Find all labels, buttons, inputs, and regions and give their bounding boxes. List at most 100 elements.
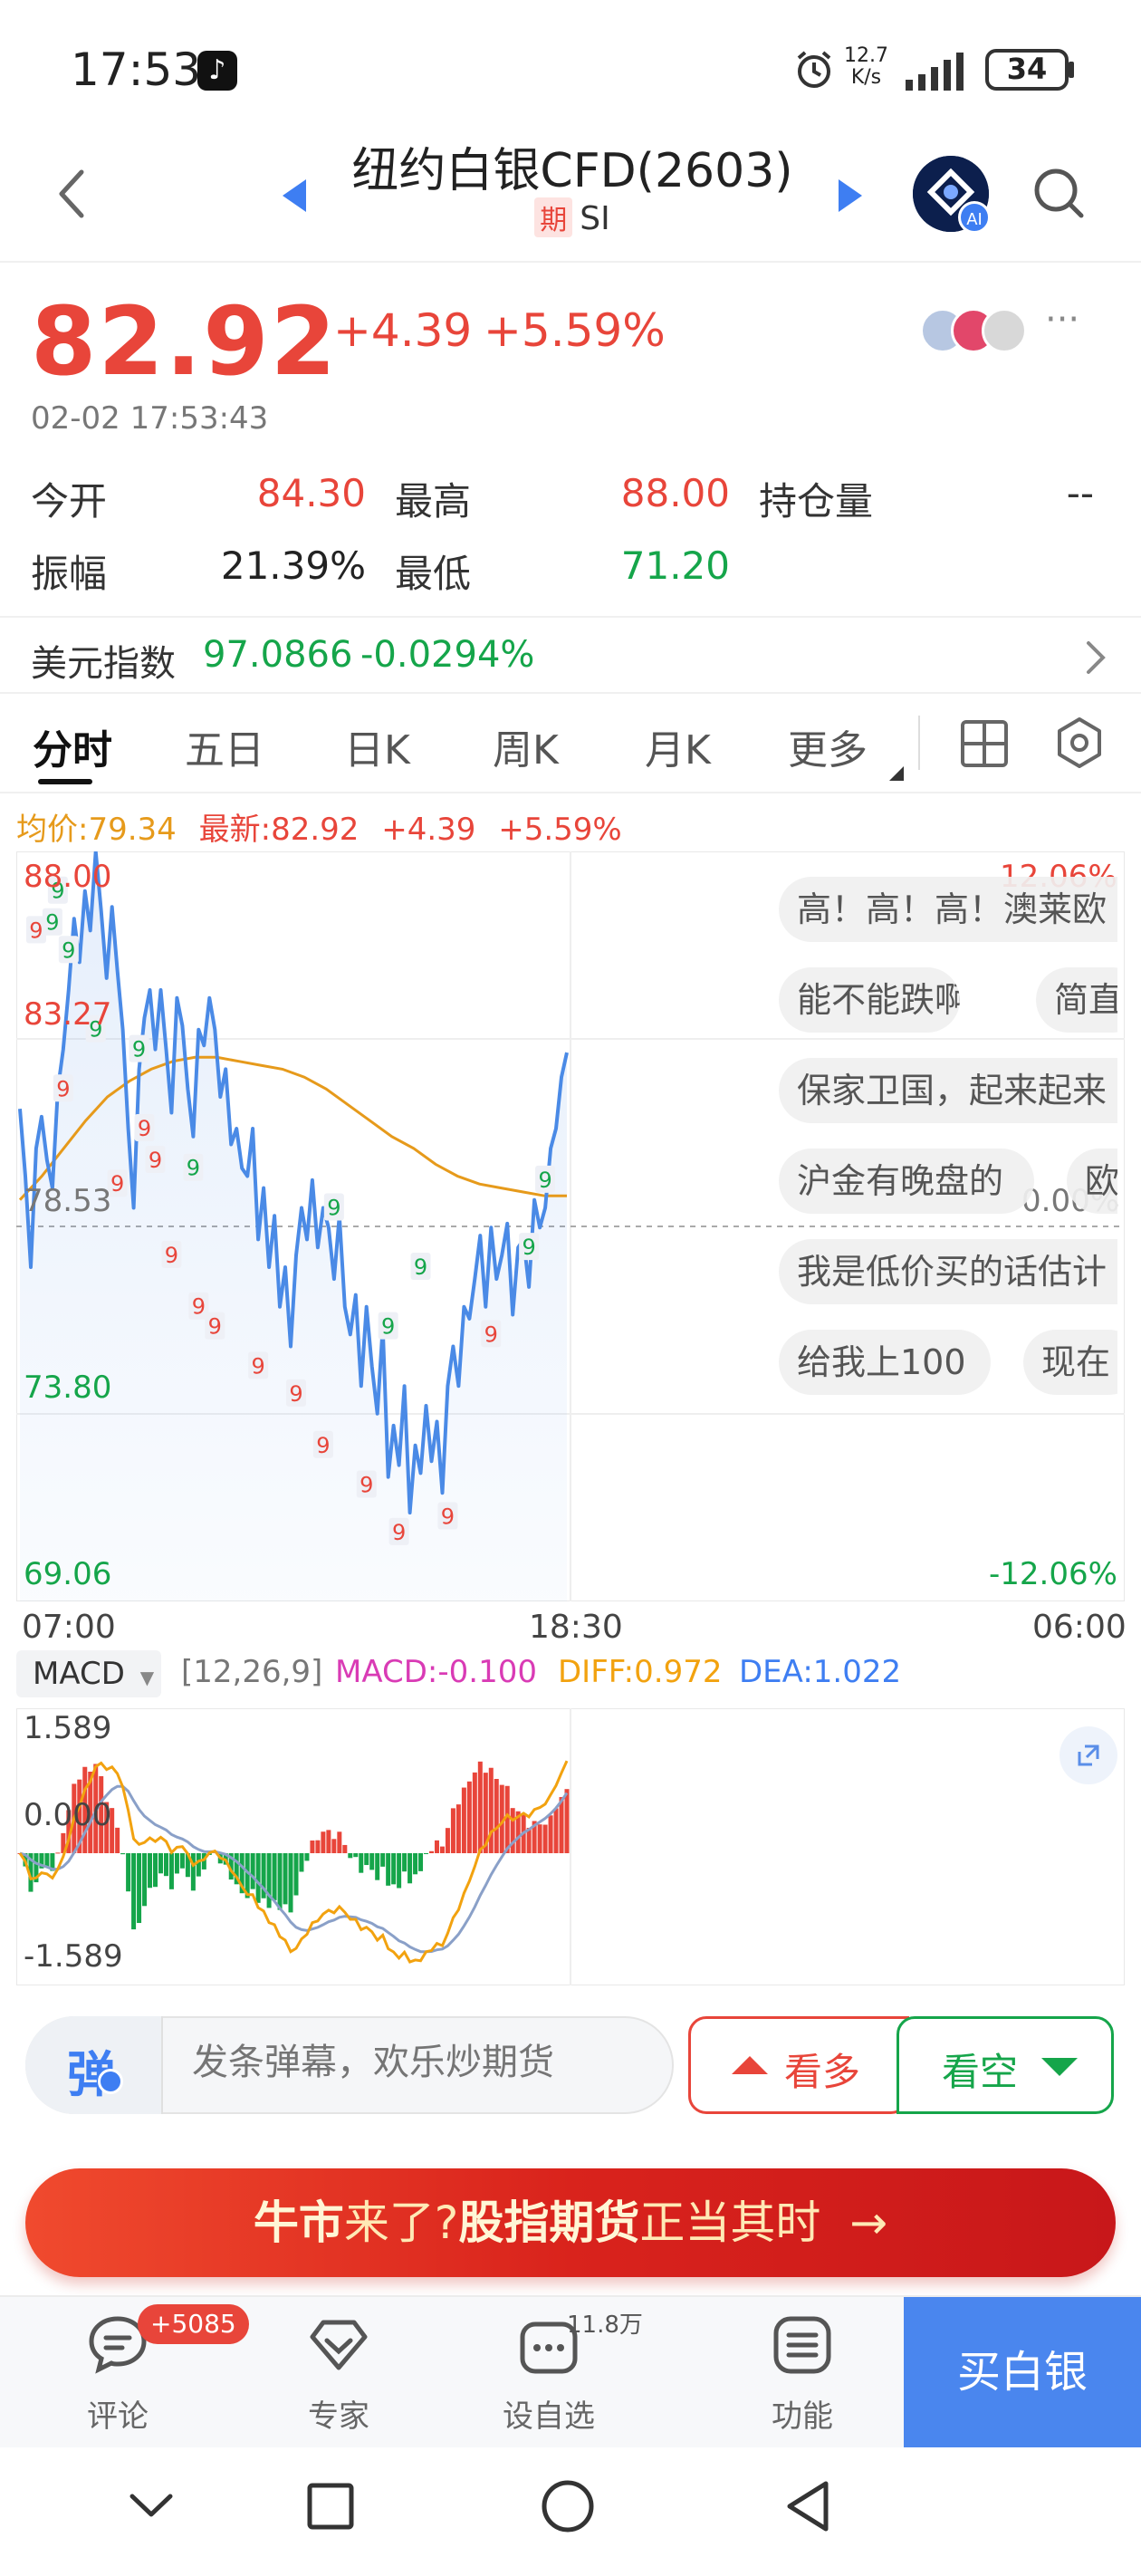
- open-value: 84.30: [256, 471, 366, 515]
- tab-monthly-k[interactable]: 月K: [645, 717, 711, 775]
- svg-text:9: 9: [192, 1294, 206, 1320]
- nav-expert-label: 专家: [308, 2398, 369, 2435]
- back-icon[interactable]: [53, 167, 92, 221]
- tab-five-day[interactable]: 五日: [185, 717, 264, 775]
- nine-signal-red: 9: [481, 1320, 502, 1348]
- danmaku-bubble: 简直: [1036, 967, 1117, 1033]
- nine-signal-red: 9: [161, 1240, 182, 1268]
- macd-bar: [266, 1853, 272, 1908]
- tab-weekly-k[interactable]: 周K: [493, 717, 559, 775]
- more-options-button[interactable]: ···: [1045, 299, 1079, 341]
- nine-signal-green: 9: [535, 1165, 556, 1193]
- home-icon[interactable]: [540, 2478, 596, 2534]
- macd-bar: [548, 1815, 553, 1853]
- pct-tick-bottom: -12.06%: [989, 1556, 1117, 1592]
- macd-bar: [174, 1853, 179, 1874]
- nine-signal-red: 9: [437, 1502, 458, 1530]
- promo-part-2: 来了?: [343, 2196, 459, 2249]
- more-tab-corner-icon: [889, 766, 904, 781]
- macd-bar: [450, 1808, 455, 1853]
- next-contract-arrow-icon[interactable]: [837, 179, 862, 212]
- x-tick-end: 06:00: [1032, 1609, 1127, 1646]
- hide-keyboard-icon[interactable]: [129, 2491, 174, 2520]
- nine-signal-red: 9: [134, 1114, 155, 1142]
- macd-bar: [304, 1853, 310, 1861]
- nine-signal-red: 9: [388, 1517, 409, 1545]
- macd-bar: [375, 1853, 380, 1880]
- macd-bar: [148, 1853, 153, 1889]
- macd-bar: [461, 1787, 466, 1853]
- nine-signal-red: 9: [53, 1074, 73, 1102]
- high-value: 88.00: [620, 471, 730, 515]
- usd-index-label: 美元指数: [31, 643, 176, 685]
- back-nav-icon[interactable]: [782, 2478, 831, 2534]
- macd-tick-zero: 0.000: [24, 1797, 112, 1833]
- svg-text:9: 9: [149, 1148, 162, 1173]
- open-interest-value: --: [1066, 471, 1094, 515]
- avatar: [982, 308, 1027, 353]
- nav-expert[interactable]: 专家: [266, 2308, 411, 2435]
- macd-bar: [326, 1830, 331, 1853]
- tab-more[interactable]: 更多: [788, 717, 868, 775]
- macd-bar: [337, 1831, 342, 1853]
- futures-badge: 期: [534, 197, 573, 237]
- tab-intraday[interactable]: 分时: [33, 717, 112, 775]
- svg-text:9: 9: [360, 1472, 373, 1497]
- watchlist-count: 11.8万: [567, 2312, 643, 2339]
- promo-text[interactable]: 牛市来了?股指期货正当其时 →: [25, 2168, 1116, 2277]
- promo-part-3: 股指期货: [458, 2196, 640, 2249]
- tiktok-icon: ♪: [197, 51, 237, 91]
- nav-functions-label: 功能: [772, 2398, 833, 2435]
- danmaku-bubble: 沪金有晚盘的: [779, 1149, 1034, 1214]
- nine-signal-green: 9: [183, 1153, 204, 1181]
- settings-icon[interactable]: [1052, 716, 1107, 770]
- svg-text:9: 9: [62, 937, 75, 963]
- svg-text:9: 9: [414, 1254, 427, 1280]
- quote-time: 02-02 17:53:43: [31, 400, 269, 437]
- dea-value: DEA:1.022: [739, 1654, 902, 1690]
- usd-index-change: -0.0294%: [360, 634, 535, 676]
- expand-chart-button[interactable]: [1060, 1726, 1117, 1784]
- previous-contract-arrow-icon[interactable]: [283, 179, 308, 212]
- danmaku-bubble: 能不能跌啊: [779, 967, 960, 1033]
- page-title: 纽约白银CFD(2603): [351, 144, 793, 198]
- ai-badge: AI: [958, 201, 991, 234]
- buy-silver-button[interactable]: 买白银: [904, 2297, 1141, 2447]
- tabs-bottom-divider: [0, 792, 1141, 793]
- danmaku-bubble: 高！高！高！澳莱欧: [779, 877, 1117, 942]
- contract-subtitle: 期 SI: [308, 197, 837, 237]
- user-avatar-group[interactable]: [920, 308, 1029, 355]
- amplitude-label: 振幅: [31, 552, 108, 596]
- danmaku-input[interactable]: [192, 2042, 654, 2083]
- intraday-indicator-line: 均价:79.34 最新:82.92 +4.39 +5.59%: [16, 804, 622, 849]
- nav-functions[interactable]: 功能: [730, 2308, 875, 2435]
- grid-layout-icon[interactable]: [960, 719, 1009, 768]
- svg-text:9: 9: [45, 910, 59, 936]
- macd-bar: [391, 1853, 397, 1885]
- macd-bar: [255, 1853, 261, 1903]
- macd-bar: [537, 1824, 542, 1853]
- indicator-change-percent: +5.59%: [498, 812, 622, 848]
- arrow-right-icon: →: [849, 2196, 888, 2249]
- open-label: 今开: [31, 479, 108, 524]
- danmaku-bubble: 给我上100: [779, 1330, 991, 1395]
- svg-text:9: 9: [381, 1314, 395, 1340]
- tab-daily-k[interactable]: 日K: [344, 717, 410, 775]
- macd-bar: [353, 1853, 359, 1858]
- indicator-selector[interactable]: MACD ▼: [16, 1650, 161, 1697]
- macd-bar: [131, 1853, 137, 1930]
- svg-text:9: 9: [392, 1520, 406, 1545]
- macd-bar: [310, 1841, 315, 1853]
- svg-text:9: 9: [316, 1433, 330, 1458]
- macd-bar: [369, 1853, 375, 1870]
- svg-text:9: 9: [441, 1504, 455, 1529]
- recent-apps-icon[interactable]: [306, 2482, 355, 2531]
- macd-bar: [564, 1789, 570, 1853]
- usd-index-row[interactable]: 美元指数 97.0866 -0.0294%: [0, 616, 1141, 694]
- nine-signal-green: 9: [378, 1312, 398, 1340]
- svg-text:9: 9: [538, 1168, 551, 1193]
- search-icon[interactable]: [1031, 165, 1087, 221]
- svg-text:9: 9: [484, 1322, 498, 1347]
- macd-bar: [137, 1853, 142, 1924]
- danmaku-bubble: 欧: [1067, 1149, 1117, 1214]
